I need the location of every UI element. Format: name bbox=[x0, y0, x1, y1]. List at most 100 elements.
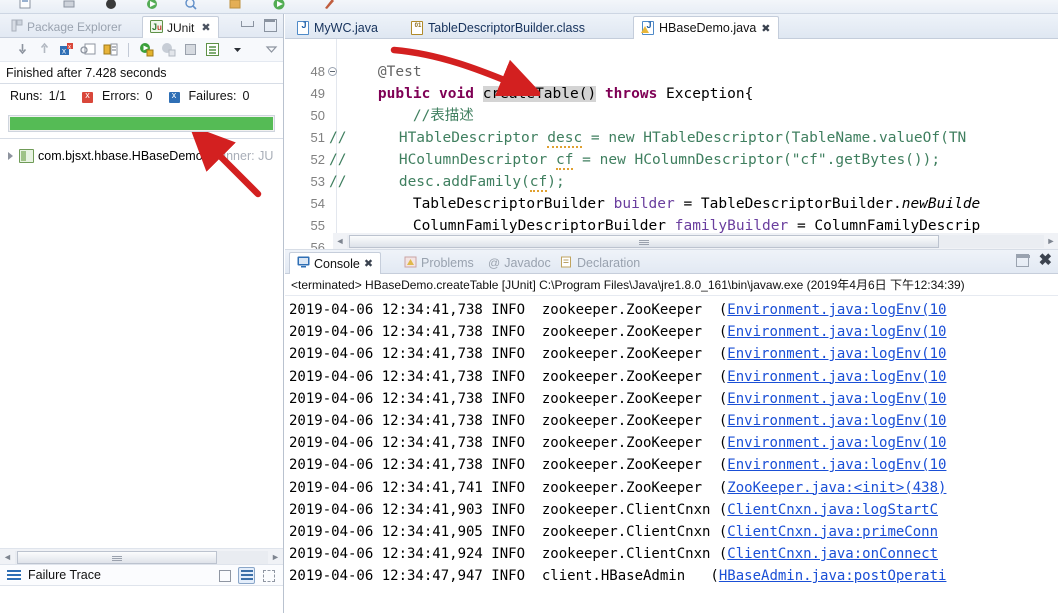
view-menu-icon[interactable] bbox=[229, 41, 246, 58]
minimize-icon[interactable] bbox=[239, 17, 254, 32]
scrollbar-track[interactable] bbox=[347, 234, 1044, 248]
test-tree-item[interactable]: com.bjsxt.hbase.HBaseDemo [Runner: JU bbox=[0, 145, 283, 167]
stack-trace-link[interactable]: ClientCnxn.java:primeConn bbox=[727, 524, 938, 540]
close-icon[interactable]: ✖ bbox=[1039, 253, 1052, 269]
scrollbar-thumb[interactable] bbox=[17, 550, 217, 564]
toolbar-icon-run[interactable] bbox=[145, 0, 159, 10]
code-text: @Test bbox=[343, 64, 422, 80]
view-menu-icon[interactable] bbox=[260, 567, 277, 584]
scrollbar-track[interactable] bbox=[15, 550, 268, 564]
close-icon[interactable]: ✖ bbox=[201, 21, 210, 34]
chevron-right-icon[interactable] bbox=[8, 152, 13, 160]
code-text: TableDescriptorBuilder builder = TableDe… bbox=[343, 196, 981, 212]
junit-horizontal-scrollbar[interactable]: ◄ ► bbox=[0, 548, 283, 565]
console-pane-buttons: ✖ bbox=[1015, 253, 1052, 269]
javadoc-icon: @ bbox=[488, 256, 501, 270]
failures-value: 0 bbox=[242, 89, 250, 103]
minimize-icon[interactable] bbox=[1015, 254, 1030, 267]
stack-trace-link[interactable]: Environment.java:logEnv(10 bbox=[727, 369, 946, 385]
scroll-right-arrow-icon[interactable]: ► bbox=[1044, 236, 1058, 246]
failure-trace-buttons bbox=[216, 567, 277, 584]
previous-failure-icon[interactable] bbox=[36, 41, 53, 58]
log-line-text: 2019-04-06 12:34:47,947 INFO client.HBas… bbox=[289, 568, 719, 585]
stack-trace-link[interactable]: HBaseAdmin.java:postOperati bbox=[719, 568, 947, 584]
toolbar-icon-external-tools[interactable] bbox=[322, 0, 336, 10]
tab-label: Problems bbox=[421, 256, 474, 270]
stack-trace-link[interactable]: ClientCnxn.java:onConnect bbox=[727, 546, 938, 562]
stack-trace-link[interactable]: ZooKeeper.java:<init>(438) bbox=[727, 480, 946, 496]
console-log-line: 2019-04-06 12:34:41,924 INFO zookeeper.C… bbox=[289, 543, 1058, 565]
toolbar-icon-save[interactable] bbox=[18, 0, 32, 10]
stack-trace-link[interactable]: Environment.java:logEnv(10 bbox=[727, 391, 946, 407]
rerun-last-test-icon[interactable] bbox=[138, 41, 155, 58]
junit-icon: Ju bbox=[150, 19, 163, 36]
lock-history-icon[interactable] bbox=[102, 41, 119, 58]
maximize-icon[interactable] bbox=[262, 17, 277, 32]
console-view: Console ✖ Problems @ Javadoc Declaration… bbox=[285, 250, 1058, 612]
rerun-test-icon[interactable] bbox=[80, 41, 97, 58]
scroll-left-arrow-icon[interactable]: ◄ bbox=[0, 552, 15, 562]
minimize-arrow-icon[interactable] bbox=[263, 41, 280, 58]
code-text: // HColumnDescriptor cf = new HColumnDes… bbox=[329, 152, 941, 170]
log-line-text: 2019-04-06 12:34:41,905 INFO zookeeper.C… bbox=[289, 523, 728, 540]
toolbar-icon-search[interactable] bbox=[184, 0, 198, 10]
close-icon[interactable]: ✖ bbox=[761, 22, 770, 35]
console-log-line: 2019-04-06 12:34:41,738 INFO zookeeper.Z… bbox=[289, 388, 1058, 410]
stack-trace-link[interactable]: ClientCnxn.java:logStartC bbox=[727, 502, 938, 518]
fold-collapse-icon[interactable] bbox=[328, 67, 337, 76]
tab-tabledescriptorbuilder-class[interactable]: TableDescriptorBuilder.class bbox=[403, 16, 593, 39]
tab-javadoc[interactable]: @ Javadoc bbox=[481, 252, 558, 274]
tab-mywc-java[interactable]: MyWC.java bbox=[289, 16, 386, 39]
toolbar-separator bbox=[128, 42, 129, 57]
eclipse-window: Package Explorer Ju JUnit ✖ xx Finished … bbox=[0, 0, 1058, 613]
toolbar-icon-perspective[interactable] bbox=[228, 0, 242, 10]
junit-progress-fill bbox=[10, 117, 273, 130]
code-editor[interactable]: 48 49 @Test 50 public void createTable()… bbox=[285, 39, 1058, 250]
console-log-line: 2019-04-06 12:34:41,738 INFO zookeeper.Z… bbox=[289, 432, 1058, 454]
console-log-line: 2019-04-06 12:34:47,947 INFO client.HBas… bbox=[289, 565, 1058, 587]
tab-junit[interactable]: Ju JUnit ✖ bbox=[142, 16, 219, 38]
toolbar-icon-debug[interactable] bbox=[104, 0, 118, 10]
test-run-history-icon[interactable] bbox=[204, 41, 221, 58]
scroll-left-arrow-icon[interactable]: ◄ bbox=[333, 236, 347, 246]
stack-trace-link[interactable]: Environment.java:logEnv(10 bbox=[727, 435, 946, 451]
toolbar-icon-run-green[interactable] bbox=[272, 0, 286, 10]
console-output[interactable]: 2019-04-06 12:34:41,738 INFO zookeeper.Z… bbox=[285, 297, 1058, 612]
stop-icon[interactable] bbox=[182, 41, 199, 58]
junit-progress-bar bbox=[8, 115, 275, 132]
scrollbar-thumb[interactable] bbox=[349, 234, 939, 248]
toolbar-icon-print[interactable] bbox=[62, 0, 76, 10]
editor-horizontal-scrollbar[interactable]: ◄ ► bbox=[333, 233, 1058, 249]
stack-trace-link[interactable]: Environment.java:logEnv(10 bbox=[727, 457, 946, 473]
next-failure-icon[interactable] bbox=[14, 41, 31, 58]
stack-trace-link[interactable]: Environment.java:logEnv(10 bbox=[727, 302, 946, 318]
log-line-text: 2019-04-06 12:34:41,738 INFO zookeeper.Z… bbox=[289, 302, 728, 318]
svg-text:x: x bbox=[68, 45, 71, 51]
code-text: // HTableDescriptor desc = new HTableDes… bbox=[329, 130, 967, 148]
junit-counts: Runs: 1/1 Errors: 0 Failures: 0 bbox=[0, 84, 283, 108]
tab-problems[interactable]: Problems bbox=[397, 252, 481, 274]
log-line-text: 2019-04-06 12:34:41,738 INFO zookeeper.Z… bbox=[289, 390, 728, 407]
compare-result-icon[interactable] bbox=[216, 567, 233, 584]
svg-text:u: u bbox=[157, 23, 162, 32]
tab-declaration[interactable]: Declaration bbox=[553, 252, 647, 274]
code-line: 51 //表描述 bbox=[285, 105, 1058, 145]
tab-label: Javadoc bbox=[504, 256, 551, 270]
debug-last-test-icon[interactable] bbox=[160, 41, 177, 58]
tab-hbasedemo-java[interactable]: HBaseDemo.java ✖ bbox=[633, 16, 780, 39]
tab-package-explorer[interactable]: Package Explorer bbox=[4, 16, 129, 38]
stack-trace-link[interactable]: Environment.java:logEnv(10 bbox=[727, 346, 946, 362]
show-failures-only-icon[interactable]: xx bbox=[58, 41, 75, 58]
log-line-text: 2019-04-06 12:34:41,738 INFO zookeeper.Z… bbox=[289, 368, 728, 385]
test-class-label: com.bjsxt.hbase.HBaseDemo bbox=[38, 149, 203, 163]
console-log-line: 2019-04-06 12:34:41,905 INFO zookeeper.C… bbox=[289, 521, 1058, 543]
close-icon[interactable]: ✖ bbox=[364, 257, 373, 270]
filter-stack-trace-icon[interactable] bbox=[238, 567, 255, 584]
stack-trace-link[interactable]: Environment.java:logEnv(10 bbox=[727, 413, 946, 429]
console-terminated-line: <terminated> HBaseDemo.createTable [JUni… bbox=[285, 274, 1058, 296]
scroll-right-arrow-icon[interactable]: ► bbox=[268, 552, 283, 562]
tab-console[interactable]: Console ✖ bbox=[289, 252, 382, 274]
stack-trace-link[interactable]: Environment.java:logEnv(10 bbox=[727, 324, 946, 340]
log-line-text: 2019-04-06 12:34:41,738 INFO zookeeper.Z… bbox=[289, 412, 728, 429]
tab-label: Console bbox=[314, 256, 360, 271]
